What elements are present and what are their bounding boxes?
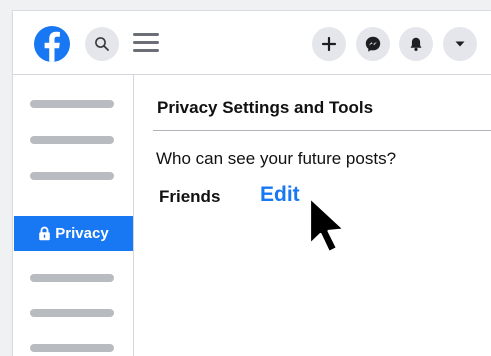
hamburger-menu-icon[interactable]	[133, 31, 159, 55]
app-window: Privacy Privacy Settings and Tools Who c…	[13, 11, 491, 356]
edit-link[interactable]: Edit	[260, 183, 300, 207]
lock-icon	[39, 226, 51, 241]
facebook-logo-icon[interactable]	[34, 26, 70, 62]
setting-question: Who can see your future posts?	[156, 149, 397, 168]
create-button[interactable]	[312, 27, 346, 61]
sidebar-item-label: Privacy	[55, 225, 109, 242]
notifications-button[interactable]	[399, 27, 433, 61]
page-title: Privacy Settings and Tools	[157, 98, 374, 117]
section-divider	[153, 130, 491, 131]
plus-icon	[321, 36, 337, 52]
settings-sidebar: Privacy	[13, 75, 134, 356]
top-navigation-bar	[13, 11, 491, 75]
sidebar-item-privacy[interactable]: Privacy	[14, 216, 133, 251]
sidebar-item-placeholder[interactable]	[30, 172, 114, 180]
search-icon	[95, 37, 109, 51]
sidebar-item-placeholder[interactable]	[30, 136, 114, 144]
mouse-pointer-icon	[308, 196, 346, 254]
messenger-icon	[365, 36, 381, 52]
account-dropdown-button[interactable]	[443, 27, 477, 61]
sidebar-item-placeholder[interactable]	[30, 100, 114, 108]
sidebar-item-placeholder[interactable]	[30, 274, 114, 282]
search-button[interactable]	[85, 27, 119, 61]
audience-value: Friends	[159, 187, 221, 206]
sidebar-item-placeholder[interactable]	[30, 344, 114, 352]
bell-icon	[410, 37, 422, 51]
messenger-button[interactable]	[356, 27, 390, 61]
caret-down-icon	[455, 41, 465, 47]
sidebar-item-placeholder[interactable]	[30, 309, 114, 317]
